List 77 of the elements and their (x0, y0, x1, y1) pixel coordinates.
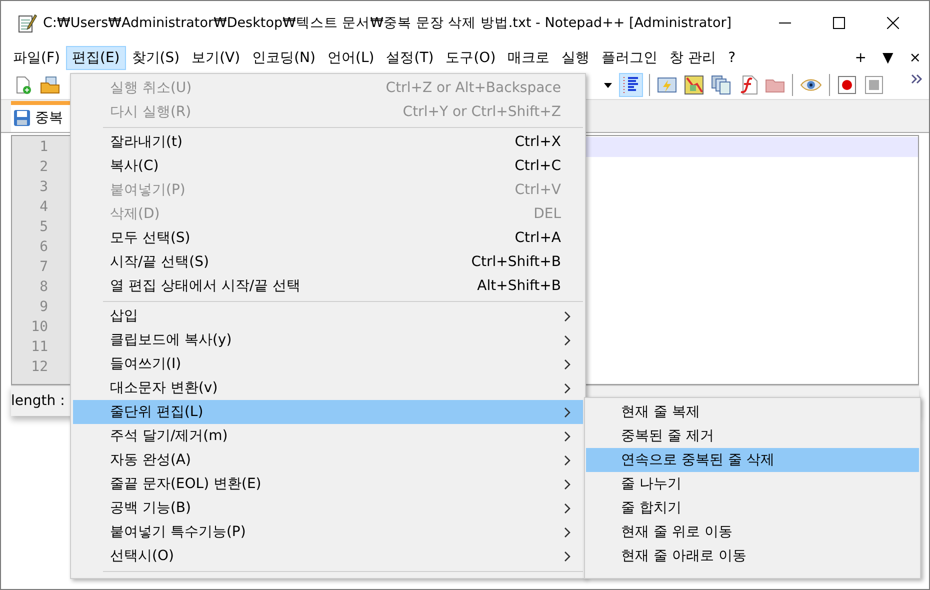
chevron-double-icon[interactable] (911, 74, 923, 84)
menu-item[interactable]: 시작/끝 선택(S) Ctrl+Shift+B (73, 250, 583, 274)
chevron-icon (564, 406, 571, 418)
menu-item[interactable]: 줄 나누기 (586, 472, 919, 496)
chevron-icon (564, 358, 571, 370)
menu-item[interactable]: 줄단위 편집(L) (73, 400, 583, 424)
menu-item[interactable]: 찾기(S) (126, 46, 186, 70)
menu-item[interactable]: 붙여넣기 특수기능(P) (73, 520, 583, 544)
menu-item[interactable]: 복사(C) Ctrl+C (73, 154, 583, 178)
menu-item[interactable]: 언어(L) (322, 46, 380, 70)
menu-item[interactable]: 공백 기능(B) (73, 496, 583, 520)
menu-item[interactable]: 플러그인 (596, 46, 664, 70)
menu-item[interactable]: 자동 완성(A) (73, 448, 583, 472)
line-number: 7 (38, 258, 49, 277)
menu-item[interactable]: 대소문자 변환(v) (73, 376, 583, 400)
word-wrap-icon[interactable] (620, 74, 642, 96)
menu-item[interactable]: 인코딩(N) (246, 46, 322, 70)
function-icon[interactable] (738, 75, 758, 95)
menu-item[interactable]: 설정(T) (380, 46, 440, 70)
line-number: 1 (38, 138, 49, 157)
menu-item[interactable]: 현재 줄 위로 이동 (586, 520, 919, 544)
menu-item[interactable]: 현재 줄 아래로 이동 (586, 544, 919, 568)
menu-item[interactable]: 주석 달기/제거(m) (73, 424, 583, 448)
menu-item[interactable]: ? (722, 47, 742, 69)
menu-item[interactable]: 도구(O) (440, 46, 502, 70)
menu-item[interactable]: 파일(F) (7, 46, 66, 70)
line-number: 5 (38, 218, 49, 237)
menu-item[interactable]: 잘라내기(t) Ctrl+X (73, 130, 583, 154)
window-title: C:₩Users₩Administrator₩Desktop₩텍스트 문서₩중복 문장 삭제 방법.txt - Notepad++ [Administrator] (43, 14, 732, 32)
chevron-icon (564, 382, 571, 394)
menu-item[interactable]: 줄 합치기 (586, 496, 919, 520)
close-icon[interactable] (887, 17, 899, 29)
stop-icon[interactable] (864, 75, 884, 95)
menu-item[interactable]: 선택시(O) (73, 544, 583, 568)
menu-item[interactable]: 실행 (556, 46, 596, 70)
menu-item[interactable]: 보기(V) (186, 46, 246, 70)
menu-item[interactable]: 창 관리 (664, 46, 722, 70)
chevron-icon (564, 310, 571, 322)
line-number: 3 (38, 178, 49, 197)
chevron-icon (564, 478, 571, 490)
notepad-icon (17, 13, 37, 33)
menu-item[interactable]: 클립보드에 복사(y) (73, 328, 583, 352)
documents-icon[interactable] (711, 75, 731, 95)
line-number: 2 (38, 158, 49, 177)
line-number: 12 (30, 358, 49, 377)
status-text: length : (11, 393, 65, 409)
menu-item[interactable]: 들여쓰기(I) (73, 352, 583, 376)
menu-item[interactable]: 현재 줄 복제 (586, 400, 919, 424)
map-icon[interactable] (684, 75, 704, 95)
chevron-icon (564, 550, 571, 562)
window-icon[interactable] (657, 75, 677, 95)
save-icon (13, 109, 31, 127)
chevron-icon (564, 334, 571, 346)
maximize-icon[interactable] (833, 17, 845, 29)
menu-item[interactable]: 매크로 (502, 46, 556, 70)
menu-item[interactable]: 연속으로 중복된 줄 삭제 (586, 448, 919, 472)
record-icon[interactable] (837, 75, 857, 95)
line-number: 6 (38, 238, 49, 257)
line-number: 9 (38, 298, 49, 317)
chevron-icon (564, 502, 571, 514)
menu-item[interactable]: 편집(E) (66, 46, 126, 70)
menu-item[interactable]: 모두 선택(S) Ctrl+A (73, 226, 583, 250)
menu-item[interactable]: 열 편집 상태에서 시작/끝 선택 Alt+Shift+B (73, 274, 583, 298)
menu-item[interactable]: 줄끝 문자(EOL) 변환(E) (73, 472, 583, 496)
menu-item[interactable]: 중복된 줄 제거 (586, 424, 919, 448)
chevron-icon (564, 526, 571, 538)
chevron-icon (564, 430, 571, 442)
line-number: 11 (30, 338, 49, 357)
menu-item[interactable]: 삽입 (73, 304, 583, 328)
menubar-button[interactable]: × (901, 50, 929, 66)
chevron-icon (564, 454, 571, 466)
folder-icon[interactable] (40, 75, 60, 95)
line-number: 8 (38, 278, 49, 297)
menubar-button[interactable]: + (846, 50, 874, 66)
menubar-button[interactable]: ▼ (874, 50, 902, 66)
line-number: 4 (38, 198, 49, 217)
line-number: 10 (30, 318, 49, 337)
